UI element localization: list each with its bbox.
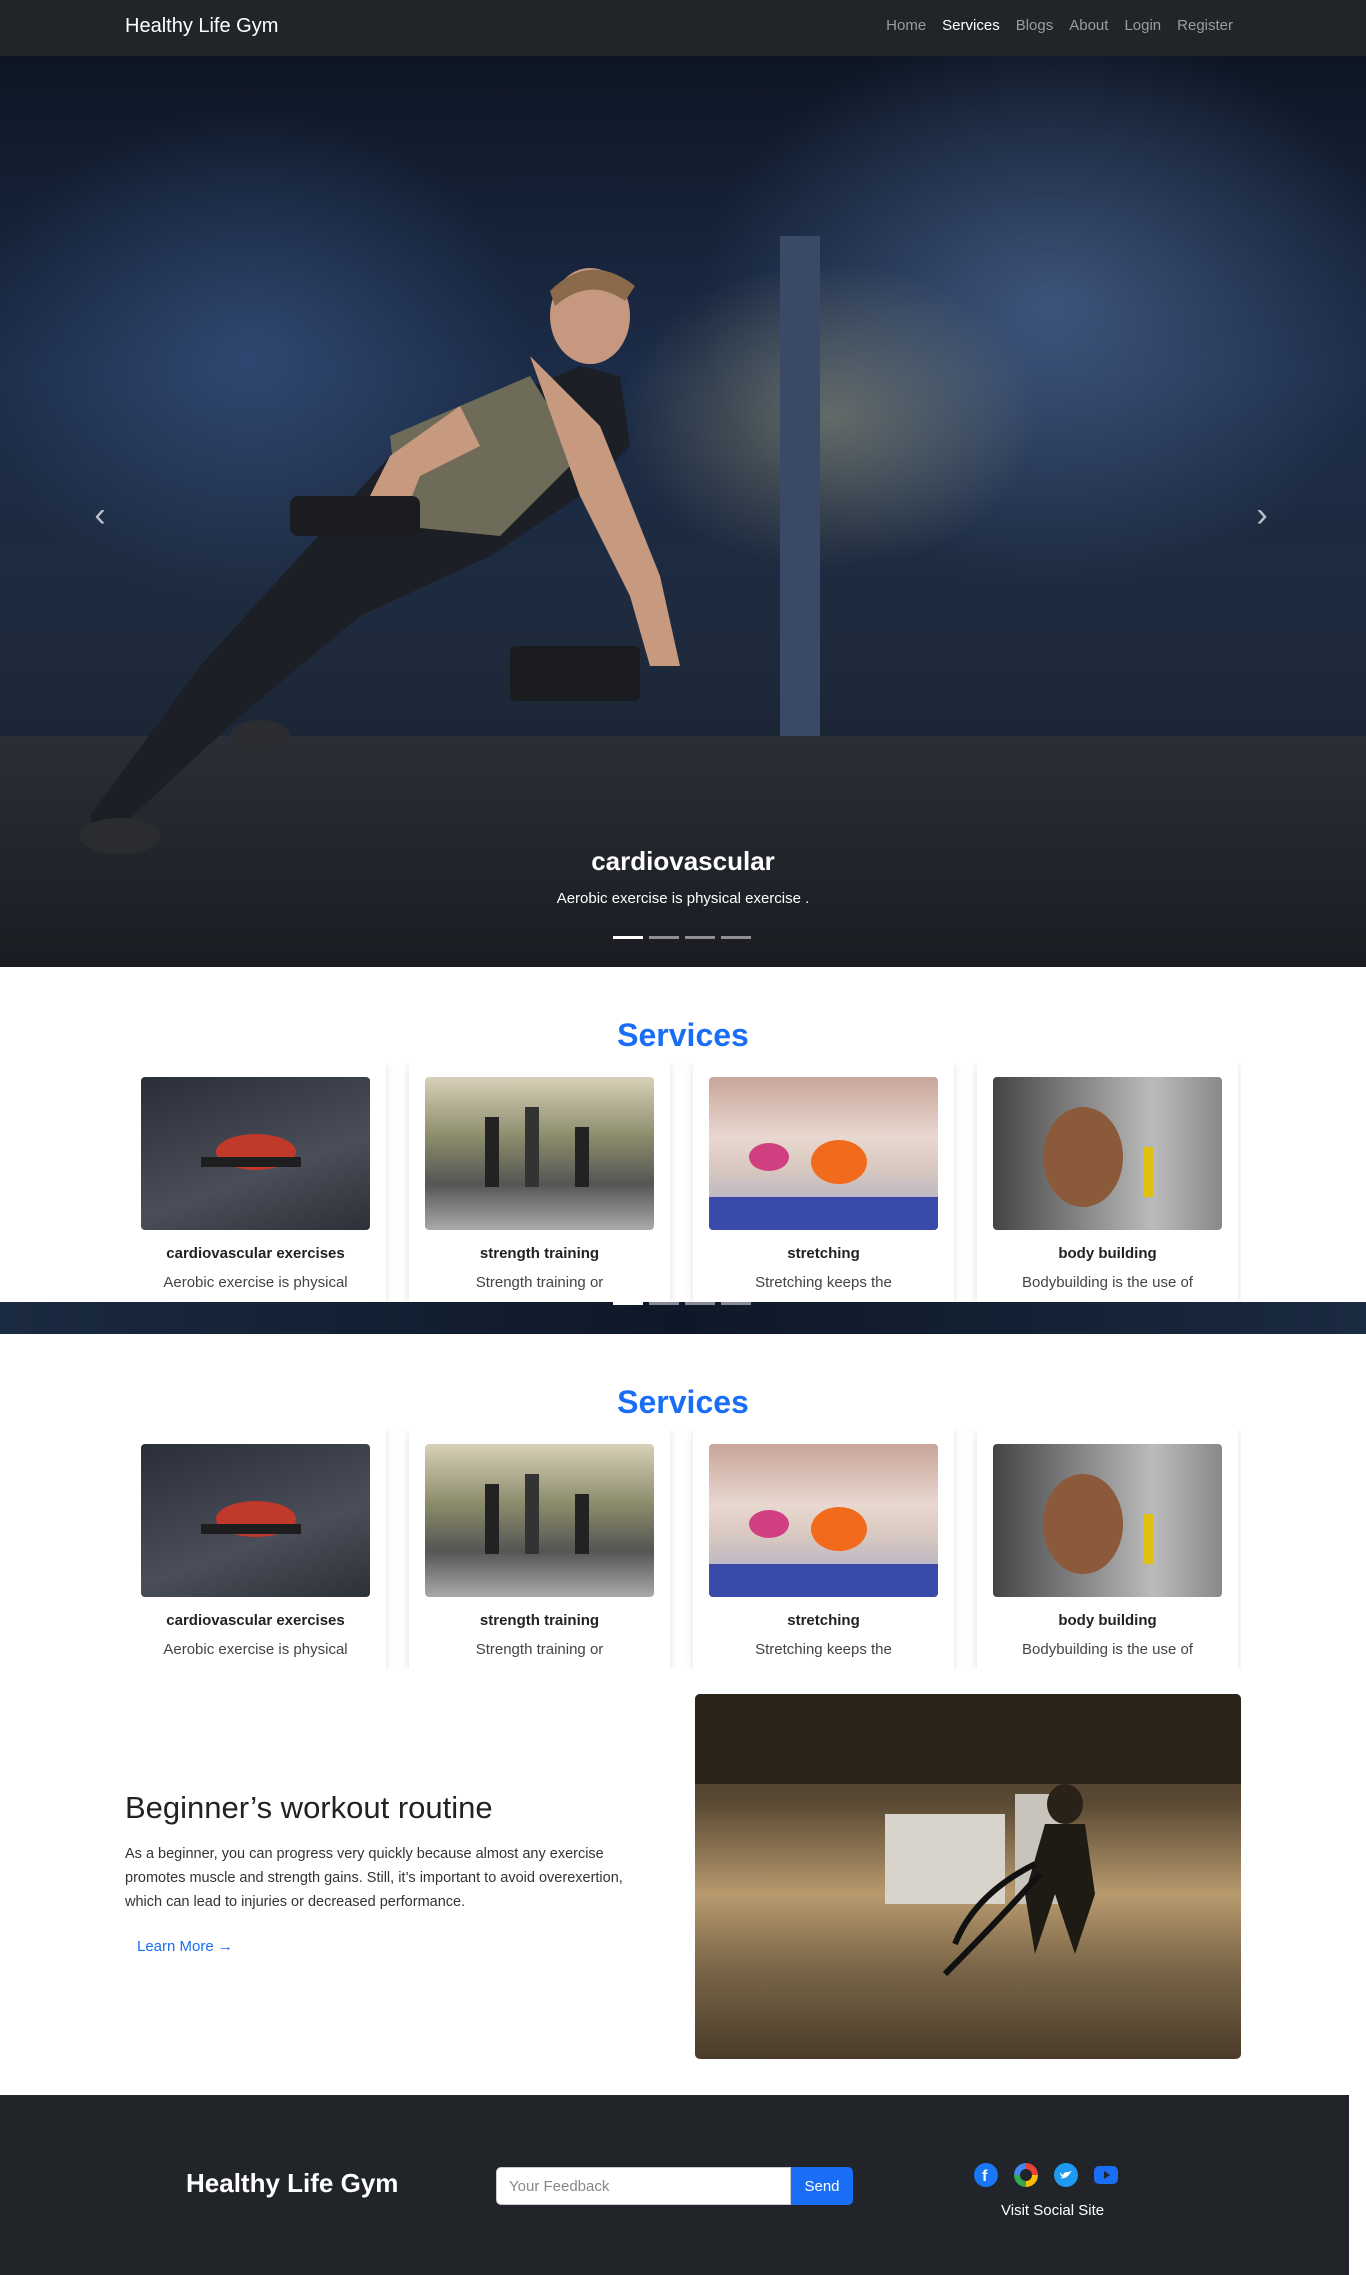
nav-login[interactable]: Login <box>1124 17 1161 34</box>
send-button[interactable]: Send <box>791 2167 853 2205</box>
carousel-indicator-1[interactable] <box>613 936 643 939</box>
nav-register[interactable]: Register <box>1177 17 1233 34</box>
google-icon[interactable] <box>1014 2163 1038 2187</box>
services-cards: cardiovascular exercises Aerobic exercis… <box>125 1429 1241 1669</box>
carousel-next-button[interactable]: › <box>1242 496 1282 536</box>
service-card[interactable]: body building Bodybuilding is the use of <box>977 1062 1238 1302</box>
social-icons: f <box>974 2163 1118 2187</box>
service-text: Stretching keeps the <box>755 1274 892 1291</box>
service-text: Stretching keeps the <box>755 1641 892 1658</box>
feedback-input[interactable] <box>496 2167 791 2205</box>
services-title: Services <box>617 1017 749 1053</box>
service-card[interactable]: cardiovascular exercises Aerobic exercis… <box>125 1429 386 1669</box>
service-image <box>993 1077 1222 1230</box>
hero-athlete-image <box>80 236 820 854</box>
workout-image <box>695 1694 1241 2059</box>
nav-blogs[interactable]: Blogs <box>1016 17 1054 34</box>
service-title: strength training <box>479 1612 600 1629</box>
service-text: Aerobic exercise is physical <box>163 1641 348 1658</box>
carousel-indicator-1[interactable] <box>613 1302 643 1305</box>
carousel-indicator-2[interactable] <box>649 1302 679 1305</box>
service-image <box>993 1444 1222 1597</box>
learn-more-link[interactable]: Learn More → <box>137 1938 233 1955</box>
twitter-icon[interactable] <box>1054 2163 1078 2187</box>
svg-text:f: f <box>982 2168 988 2185</box>
service-card[interactable]: cardiovascular exercises Aerobic exercis… <box>125 1062 386 1302</box>
nav-services[interactable]: Services <box>942 17 1000 34</box>
hero-carousel: ‹ › cardiovascular Aerobic exercise is p… <box>0 56 1366 967</box>
carousel-indicators <box>613 936 751 939</box>
workout-text: As a beginner, you can progress very qui… <box>125 1846 623 1910</box>
service-card[interactable]: strength training Strength training or <box>409 1062 670 1302</box>
service-title: cardiovascular exercises <box>166 1245 345 1262</box>
service-title: stretching <box>787 1612 860 1629</box>
footer: Healthy Life Gym Send f Visit Social Sit… <box>0 2095 1349 2275</box>
service-image <box>141 1444 370 1597</box>
service-image <box>425 1077 654 1230</box>
service-card[interactable]: stretching Stretching keeps the <box>693 1429 954 1669</box>
service-text: Aerobic exercise is physical <box>163 1274 348 1291</box>
footer-brand: Healthy Life Gym <box>186 2168 399 2198</box>
service-card[interactable]: strength training Strength training or <box>409 1429 670 1669</box>
service-card[interactable]: stretching Stretching keeps the <box>693 1062 954 1302</box>
nav-about[interactable]: About <box>1069 17 1108 34</box>
carousel-indicator-3[interactable] <box>685 1302 715 1305</box>
navbar: Healthy Life Gym Home Services Blogs Abo… <box>0 0 1366 56</box>
carousel-prev-button[interactable]: ‹ <box>80 496 120 536</box>
carousel-indicator-4[interactable] <box>721 936 751 939</box>
carousel-indicator-4[interactable] <box>721 1302 751 1305</box>
service-text: Bodybuilding is the use of <box>1022 1641 1193 1658</box>
service-card[interactable]: body building Bodybuilding is the use of <box>977 1429 1238 1669</box>
workout-section: Beginner’s workout routine As a beginner… <box>125 1790 655 1956</box>
visit-social-text: Visit Social Site <box>1001 2202 1105 2219</box>
services-title: Services <box>617 1384 749 1420</box>
service-image <box>709 1077 938 1230</box>
chevron-left-icon: ‹ <box>94 496 106 534</box>
service-title: body building <box>1058 1245 1157 1262</box>
carousel-indicator-3[interactable] <box>685 936 715 939</box>
carousel-band <box>0 1302 1366 1334</box>
service-title: strength training <box>479 1245 600 1262</box>
service-title: cardiovascular exercises <box>166 1612 345 1629</box>
service-image <box>141 1077 370 1230</box>
service-text: Strength training or <box>475 1641 604 1658</box>
chevron-right-icon: › <box>1256 496 1268 534</box>
brand-logo[interactable]: Healthy Life Gym <box>125 15 278 38</box>
service-title: body building <box>1058 1612 1157 1629</box>
nav-links: Home Services Blogs About Login Register <box>870 17 1233 34</box>
service-text: Bodybuilding is the use of <box>1022 1274 1193 1291</box>
service-image <box>709 1444 938 1597</box>
workout-title: Beginner’s workout routine <box>125 1790 493 1825</box>
hero-title: cardiovascular <box>591 846 775 876</box>
hero-text: Aerobic exercise is physical exercise . <box>556 890 810 907</box>
facebook-icon[interactable]: f <box>974 2163 998 2187</box>
service-text: Strength training or <box>475 1274 604 1291</box>
service-image <box>425 1444 654 1597</box>
nav-home[interactable]: Home <box>886 17 926 34</box>
carousel-indicator-2[interactable] <box>649 936 679 939</box>
service-title: stretching <box>787 1245 860 1262</box>
services-cards: cardiovascular exercises Aerobic exercis… <box>125 1062 1241 1302</box>
youtube-icon[interactable] <box>1094 2166 1118 2184</box>
carousel-indicators-secondary <box>613 1302 751 1305</box>
